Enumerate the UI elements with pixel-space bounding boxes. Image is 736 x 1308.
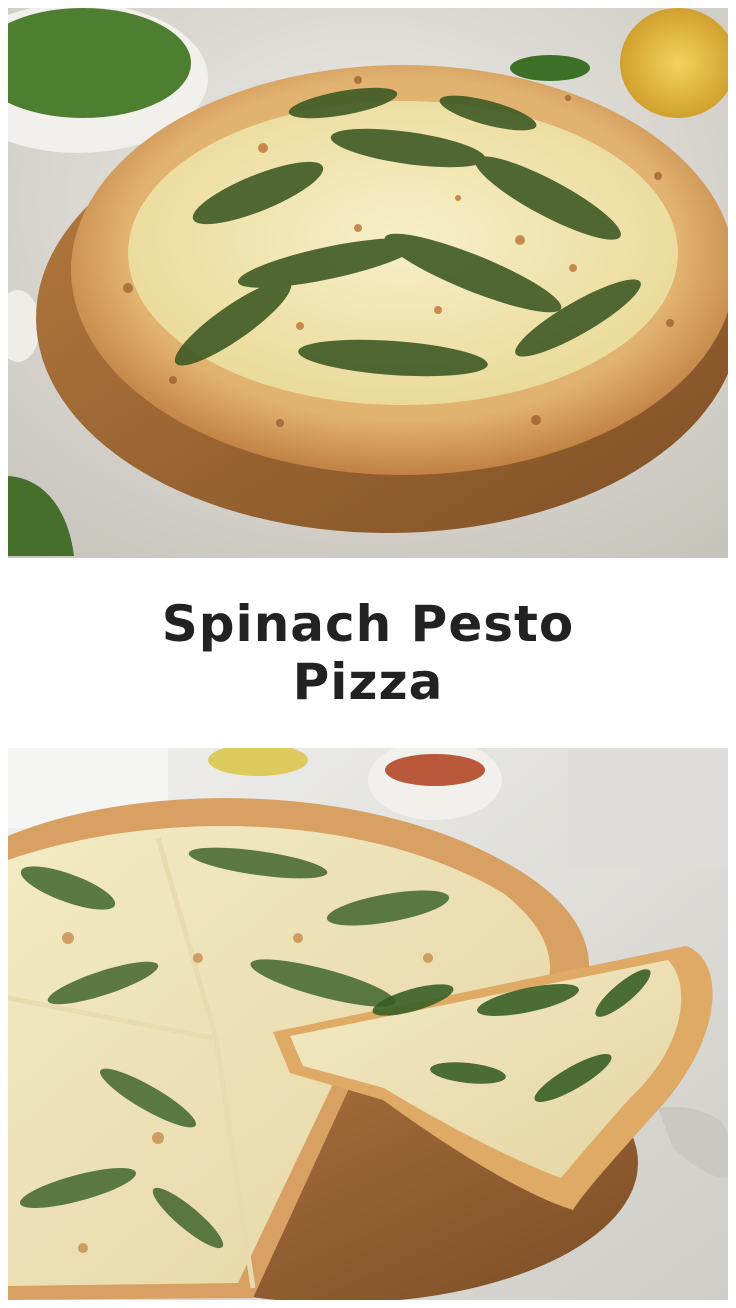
sliced-pizza-illustration	[8, 748, 728, 1300]
page-title: Spinach Pesto Pizza	[161, 595, 575, 711]
chili-flakes	[385, 754, 485, 786]
bottom-photo-sliced-pizza	[8, 748, 728, 1300]
whole-pizza-illustration	[8, 8, 728, 558]
top-photo-whole-pizza	[8, 8, 728, 558]
spinach-leaf-topright	[510, 55, 590, 81]
background-counter	[568, 748, 728, 868]
title-block: Spinach Pesto Pizza	[0, 558, 736, 748]
